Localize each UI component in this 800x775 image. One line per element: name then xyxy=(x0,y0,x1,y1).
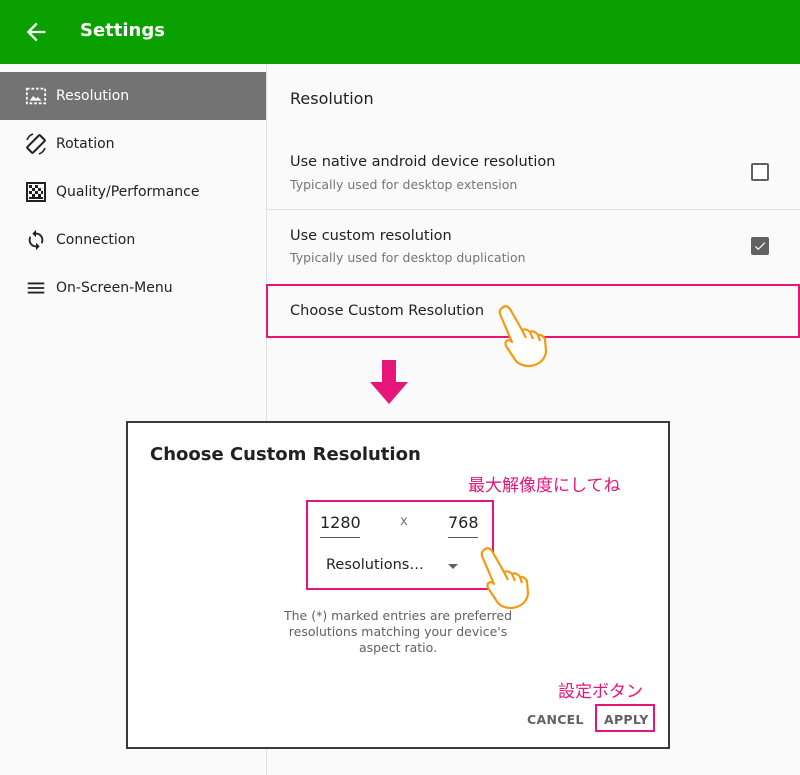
sidebar-item-rotation[interactable]: Rotation xyxy=(0,120,266,168)
app-bar: Settings xyxy=(0,0,800,64)
width-input[interactable]: 1280 xyxy=(320,513,361,532)
annotation-max-resolution: 最大解像度にしてね xyxy=(468,476,621,496)
resolution-select[interactable]: Resolutions… xyxy=(326,554,466,578)
sidebar-item-connection[interactable]: Connection xyxy=(0,216,266,264)
sync-icon xyxy=(24,228,48,252)
arrow-down-icon xyxy=(370,360,408,404)
quality-icon xyxy=(24,180,48,204)
pref-title: Use native android device resolution xyxy=(290,154,556,170)
section-title: Resolution xyxy=(290,89,374,108)
height-input[interactable]: 768 xyxy=(448,513,479,532)
pref-native-resolution[interactable]: Use native android device resolution Typ… xyxy=(267,138,800,208)
sidebar-item-label: Resolution xyxy=(56,88,130,104)
check-icon xyxy=(754,242,766,251)
divider xyxy=(267,209,800,210)
sidebar-item-resolution[interactable]: Resolution xyxy=(0,72,266,120)
resolution-icon xyxy=(24,84,48,108)
pref-subtitle: Typically used for desktop extension xyxy=(290,177,518,192)
height-underline xyxy=(448,537,478,538)
sidebar-item-label: On-Screen-Menu xyxy=(56,280,173,296)
arrow-left-icon xyxy=(26,22,46,42)
annotation-apply-button: 設定ボタン xyxy=(558,682,643,702)
apply-button[interactable]: APPLY xyxy=(604,712,649,727)
pref-subtitle: Typically used for desktop duplication xyxy=(290,250,526,265)
resolution-input-box: 1280 x 768 Resolutions… xyxy=(306,500,494,590)
pref-title: Use custom resolution xyxy=(290,228,452,244)
back-button[interactable] xyxy=(22,18,50,46)
pointing-hand-icon xyxy=(498,305,548,368)
resolution-dialog: Choose Custom Resolution 最大解像度にしてね 1280 … xyxy=(126,421,670,749)
page-title: Settings xyxy=(80,20,165,41)
sidebar-item-label: Rotation xyxy=(56,136,115,152)
sidebar-item-on-screen-menu[interactable]: On-Screen-Menu xyxy=(0,264,266,312)
pointing-hand-icon xyxy=(480,547,530,610)
width-underline xyxy=(320,537,360,538)
rotation-icon xyxy=(24,132,48,156)
separator-x: x xyxy=(400,514,408,529)
dialog-title: Choose Custom Resolution xyxy=(150,444,421,465)
sidebar-item-label: Connection xyxy=(56,232,136,248)
pref-custom-resolution[interactable]: Use custom resolution Typically used for… xyxy=(267,212,800,282)
sidebar-item-quality[interactable]: Quality/Performance xyxy=(0,168,266,216)
dialog-help-text: The (*) marked entries are preferred res… xyxy=(283,608,513,655)
resolution-select-label: Resolutions… xyxy=(326,557,424,573)
cancel-button[interactable]: CANCEL xyxy=(527,712,584,727)
menu-icon xyxy=(24,276,48,300)
sidebar-item-label: Quality/Performance xyxy=(56,184,200,200)
custom-resolution-checkbox[interactable] xyxy=(751,237,769,255)
caret-down-icon xyxy=(448,564,458,569)
native-resolution-checkbox[interactable] xyxy=(751,163,769,181)
